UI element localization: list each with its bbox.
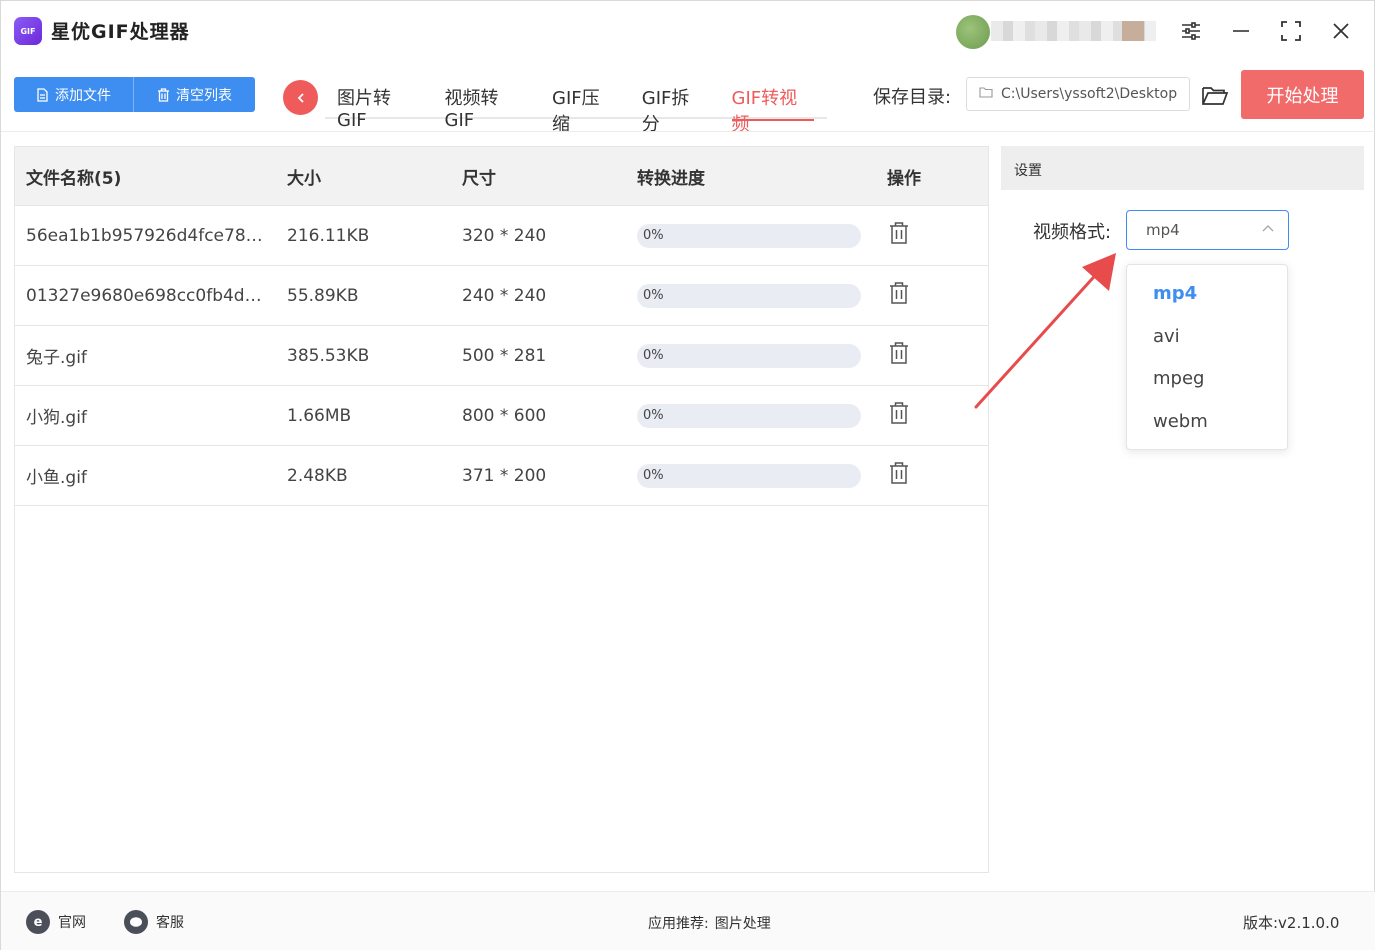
- file-dimensions: 320 * 240: [462, 225, 547, 246]
- avatar[interactable]: [956, 15, 990, 49]
- settings-header: 设置: [1001, 146, 1364, 190]
- version-text: 版本:v2.1.0.0: [1243, 914, 1340, 932]
- delete-trash-icon[interactable]: [887, 221, 911, 250]
- browser-e-icon: e: [26, 910, 50, 934]
- video-format-label: 视频格式:: [1033, 222, 1112, 243]
- video-format-value: mp4: [1146, 221, 1180, 239]
- add-file-label: 添加文件: [55, 87, 111, 104]
- footer-bar: e 官网 客服 应用推荐: 图片处理 版本:v2.1.0.0: [1, 891, 1375, 950]
- document-icon: [37, 87, 48, 102]
- file-size: 2.48KB: [287, 465, 348, 486]
- chevron-left-icon: [297, 92, 304, 103]
- format-option-mp4[interactable]: mp4: [1127, 273, 1287, 316]
- delete-trash-icon[interactable]: [887, 281, 911, 310]
- app-logo: GIF: [14, 17, 42, 45]
- table-row[interactable]: 兔子.gif 385.53KB 500 * 281 0%: [15, 326, 988, 386]
- tab-gif-compress[interactable]: GIF压缩: [552, 71, 617, 135]
- app-recommend: 应用推荐: 图片处理: [648, 913, 771, 933]
- file-size: 385.53KB: [287, 345, 370, 366]
- progress-bar: 0%: [637, 343, 861, 368]
- folder-outline-icon: [979, 86, 993, 102]
- toolbar-divider: [1, 131, 1375, 132]
- format-dropdown-menu: mp4 avi mpeg webm: [1126, 264, 1288, 450]
- header-size: 大小: [287, 168, 321, 189]
- file-name: 56ea1b1b957926d4fce7820...: [26, 225, 266, 246]
- clear-list-label: 清空列表: [176, 87, 232, 104]
- settings-sliders-icon[interactable]: [1177, 17, 1205, 45]
- file-size: 55.89KB: [287, 285, 359, 306]
- progress-text: 0%: [643, 468, 664, 483]
- file-size: 216.11KB: [287, 225, 370, 246]
- browse-folder-icon[interactable]: [1201, 81, 1229, 109]
- app-window: GIF 星优GIF处理器 添加文件 清空列表 图片转GIF 视频转GIF GIF…: [0, 0, 1375, 950]
- trash-icon: [158, 87, 169, 102]
- mode-tabs: 图片转GIF 视频转GIF GIF压缩 GIF拆分 GIF转视频: [325, 71, 827, 135]
- format-option-mpeg[interactable]: mpeg: [1127, 358, 1287, 401]
- chevron-up-icon: [1262, 225, 1274, 232]
- table-header: 文件名称(5) 大小 尺寸 转换进度 操作: [15, 147, 988, 206]
- back-button[interactable]: [283, 80, 318, 115]
- support-link[interactable]: 客服: [124, 910, 184, 934]
- progress-bar: 0%: [637, 403, 861, 428]
- file-size: 1.66MB: [287, 405, 352, 426]
- header-dimensions: 尺寸: [462, 168, 496, 189]
- header-actions: 操作: [887, 168, 921, 189]
- progress-text: 0%: [643, 288, 664, 303]
- table-row[interactable]: 56ea1b1b957926d4fce7820... 216.11KB 320 …: [15, 206, 988, 266]
- progress-text: 0%: [643, 348, 664, 363]
- progress-text: 0%: [643, 228, 664, 243]
- recommend-label: 应用推荐:: [648, 916, 709, 932]
- close-icon[interactable]: [1327, 17, 1355, 45]
- file-dimensions: 371 * 200: [462, 465, 547, 486]
- clear-list-button[interactable]: 清空列表: [134, 77, 255, 112]
- table-row[interactable]: 小鱼.gif 2.48KB 371 * 200 0%: [15, 446, 988, 506]
- file-name: 小狗.gif: [26, 408, 87, 428]
- settings-panel: 设置 视频格式: mp4 mp4 avi mpeg webm: [1001, 146, 1364, 873]
- progress-bar: 0%: [637, 283, 861, 308]
- table-row[interactable]: 01327e9680e698cc0fb4dd95... 55.89KB 240 …: [15, 266, 988, 326]
- file-name: 兔子.gif: [26, 348, 87, 368]
- delete-trash-icon[interactable]: [887, 461, 911, 490]
- save-path-value: C:\Users\yssoft2\Desktop: [1001, 86, 1178, 102]
- website-link[interactable]: e 官网: [26, 910, 86, 934]
- file-dimensions: 800 * 600: [462, 405, 547, 426]
- title-bar: GIF 星优GIF处理器: [1, 1, 1375, 61]
- header-filename: 文件名称(5): [26, 168, 122, 189]
- progress-text: 0%: [643, 408, 664, 423]
- file-button-group: 添加文件 清空列表: [14, 77, 255, 112]
- table-row[interactable]: 小狗.gif 1.66MB 800 * 600 0%: [15, 386, 988, 446]
- delete-trash-icon[interactable]: [887, 341, 911, 370]
- support-label: 客服: [156, 915, 184, 931]
- add-file-button[interactable]: 添加文件: [14, 77, 134, 112]
- format-option-webm[interactable]: webm: [1127, 401, 1287, 444]
- delete-trash-icon[interactable]: [887, 401, 911, 430]
- minimize-icon[interactable]: [1227, 17, 1255, 45]
- app-title: 星优GIF处理器: [51, 21, 190, 43]
- progress-bar: 0%: [637, 223, 861, 248]
- video-format-select[interactable]: mp4: [1126, 210, 1289, 250]
- maximize-icon[interactable]: [1277, 17, 1305, 45]
- progress-bar: 0%: [637, 463, 861, 488]
- logo-text: GIF: [20, 26, 36, 36]
- user-name-blurred[interactable]: [991, 21, 1156, 41]
- tab-gif-split[interactable]: GIF拆分: [642, 71, 707, 135]
- save-path-field[interactable]: C:\Users\yssoft2\Desktop: [966, 77, 1190, 111]
- chat-bubble-icon: [124, 910, 148, 934]
- tab-image-to-gif[interactable]: 图片转GIF: [337, 71, 420, 131]
- start-process-button[interactable]: 开始处理: [1241, 70, 1364, 119]
- file-name: 小鱼.gif: [26, 468, 87, 488]
- save-dir-label: 保存目录:: [873, 87, 952, 108]
- file-dimensions: 240 * 240: [462, 285, 547, 306]
- header-progress: 转换进度: [637, 168, 705, 189]
- tab-gif-to-video[interactable]: GIF转视频: [731, 71, 815, 135]
- file-table: 文件名称(5) 大小 尺寸 转换进度 操作 56ea1b1b957926d4fc…: [14, 146, 989, 873]
- format-option-avi[interactable]: avi: [1127, 316, 1287, 359]
- file-dimensions: 500 * 281: [462, 345, 547, 366]
- recommend-link[interactable]: 图片处理: [715, 916, 771, 932]
- tab-video-to-gif[interactable]: 视频转GIF: [445, 71, 528, 131]
- website-label: 官网: [58, 915, 86, 931]
- file-name: 01327e9680e698cc0fb4dd95...: [26, 285, 266, 306]
